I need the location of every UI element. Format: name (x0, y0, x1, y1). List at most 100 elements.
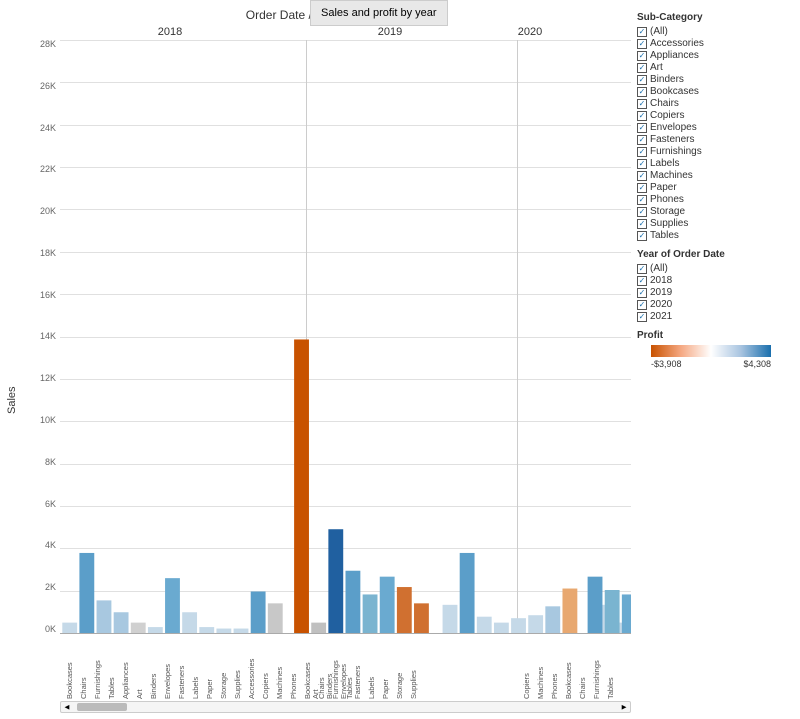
bar-2018b-tables[interactable] (414, 603, 429, 633)
legend-item-chairs[interactable]: Chairs (637, 98, 790, 109)
bar-2019-supplies[interactable] (562, 589, 577, 633)
legend-checkbox-year-2021[interactable] (637, 312, 647, 322)
legend-checkbox-appliances[interactable] (637, 51, 647, 61)
bar-2019-storage[interactable] (545, 606, 560, 633)
legend-checkbox-fasteners[interactable] (637, 135, 647, 145)
x-label-bookcases-2018: Bookcases (60, 634, 74, 699)
bar-2018-machines[interactable] (328, 529, 343, 633)
legend-label-year-2018: 2018 (650, 275, 672, 286)
bar-2019-binders[interactable] (460, 553, 475, 633)
legend-item-year-all[interactable]: (All) (637, 263, 790, 274)
legend-checkbox-binders[interactable] (637, 75, 647, 85)
bar-2020-chairs[interactable] (622, 594, 631, 633)
legend-checkbox-furnishings[interactable] (637, 147, 647, 157)
horizontal-scrollbar[interactable]: ◄ ► (60, 701, 631, 713)
legend-checkbox-supplies[interactable] (637, 219, 647, 229)
legend-checkbox-bookcases[interactable] (637, 87, 647, 97)
legend-item-furnishings[interactable]: Furnishings (637, 146, 790, 157)
scrollbar-thumb[interactable] (77, 703, 127, 711)
x-label-supplies-2018: Supplies (228, 634, 242, 699)
bar-2020-bookcases[interactable] (605, 590, 620, 633)
bar-2020-phones[interactable] (588, 577, 603, 633)
legend-item-supplies[interactable]: Supplies (637, 218, 790, 229)
legend-checkbox-phones[interactable] (637, 195, 647, 205)
legend-checkbox-year-all[interactable] (637, 264, 647, 274)
x-label-fasteners-2018: Fasteners (172, 634, 186, 699)
legend-item-phones[interactable]: Phones (637, 194, 790, 205)
legend-checkbox-machines[interactable] (637, 171, 647, 181)
year-legend: Year of Order Date (All) 2018 2019 2020 (637, 249, 790, 322)
bar-2018-binders[interactable] (165, 578, 180, 633)
legend-item-art[interactable]: Art (637, 62, 790, 73)
legend-item-appliances[interactable]: Appliances (637, 50, 790, 61)
legend-item-copiers[interactable]: Copiers (637, 110, 790, 121)
legend-item-fasteners[interactable]: Fasteners (637, 134, 790, 145)
bar-2018b-bookcases[interactable] (363, 594, 378, 633)
bar-2018-labels[interactable] (216, 629, 231, 633)
legend-checkbox-labels[interactable] (637, 159, 647, 169)
bar-2019-envelopes[interactable] (477, 617, 492, 633)
x-label-envelopes-2018: Envelopes (158, 634, 172, 699)
y-tick-16k: 16K (40, 291, 56, 300)
legend-item-paper[interactable]: Paper (637, 182, 790, 193)
legend-checkbox-art[interactable] (637, 63, 647, 73)
legend-checkbox-all[interactable] (637, 27, 647, 37)
legend-checkbox-year-2019[interactable] (637, 288, 647, 298)
bar-2018-chairs[interactable] (79, 553, 94, 633)
legend-checkbox-year-2018[interactable] (637, 276, 647, 286)
legend-checkbox-tables[interactable] (637, 231, 647, 241)
bar-2019-paper[interactable] (528, 615, 543, 633)
bar-2018-furnishings[interactable] (97, 600, 112, 633)
legend-checkbox-envelopes[interactable] (637, 123, 647, 133)
legend-item-all[interactable]: (All) (637, 26, 790, 37)
legend-item-storage[interactable]: Storage (637, 206, 790, 217)
bar-2018-phones[interactable] (346, 571, 361, 633)
legend-item-year-2019[interactable]: 2019 (637, 287, 790, 298)
legend-item-year-2018[interactable]: 2018 (637, 275, 790, 286)
legend-item-machines[interactable]: Machines (637, 170, 790, 181)
bar-2018b-furnishings[interactable] (397, 587, 412, 633)
legend-label-envelopes: Envelopes (650, 122, 697, 133)
legend-checkbox-storage[interactable] (637, 207, 647, 217)
x-label-chairs-2018: Chairs (74, 634, 88, 699)
x-label-labels-2019: Labels (362, 634, 376, 699)
bar-2019-labels[interactable] (511, 618, 526, 633)
legend-item-binders[interactable]: Binders (637, 74, 790, 85)
bar-2018-art[interactable] (148, 627, 163, 633)
bar-2018-copiers[interactable] (311, 623, 326, 633)
legend-item-labels[interactable]: Labels (637, 158, 790, 169)
bar-2018b-chairs[interactable] (380, 577, 395, 633)
legend-checkbox-year-2020[interactable] (637, 300, 647, 310)
bar-2018-envelopes[interactable] (182, 612, 197, 633)
legend-item-envelopes[interactable]: Envelopes (637, 122, 790, 133)
bar-2018-supplies[interactable] (268, 603, 283, 633)
bar-2018-tables[interactable] (114, 612, 129, 633)
bar-2018-appliances[interactable] (131, 623, 146, 633)
bar-2018-accessories[interactable] (294, 339, 309, 633)
bar-2018-fasteners[interactable] (199, 627, 214, 633)
scroll-left-btn[interactable]: ◄ (63, 703, 71, 712)
legend-checkbox-copiers[interactable] (637, 111, 647, 121)
legend-label-appliances: Appliances (650, 50, 699, 61)
bar-2019-art[interactable] (443, 605, 458, 633)
legend-checkbox-accessories[interactable] (637, 39, 647, 49)
legend-item-bookcases[interactable]: Bookcases (637, 86, 790, 97)
scroll-right-btn[interactable]: ► (620, 703, 628, 712)
bar-2018-storage[interactable] (251, 591, 266, 633)
x-label-furnishings-2018: Furnishings (88, 634, 102, 699)
legend-item-year-2020[interactable]: 2020 (637, 299, 790, 310)
legend-item-tables[interactable]: Tables (637, 230, 790, 241)
x-label-art-2019: Art (306, 634, 320, 699)
legend-checkbox-chairs[interactable] (637, 99, 647, 109)
x-label-appliances-2018: Appliances (116, 634, 130, 699)
bar-2019-fasteners[interactable] (494, 623, 509, 633)
chart-section: Order Date / Sub-Category Sales 2018 201… (4, 8, 631, 715)
x-axis-labels: Bookcases Chairs Furnishings Tables Appl… (20, 634, 631, 699)
year-label-2018: 2018 (60, 26, 280, 38)
legend-label-year-2019: 2019 (650, 287, 672, 298)
legend-item-year-2021[interactable]: 2021 (637, 311, 790, 322)
bar-2018-paper[interactable] (234, 629, 249, 633)
legend-item-accessories[interactable]: Accessories (637, 38, 790, 49)
legend-checkbox-paper[interactable] (637, 183, 647, 193)
bar-2018-bookcases[interactable] (62, 623, 77, 633)
